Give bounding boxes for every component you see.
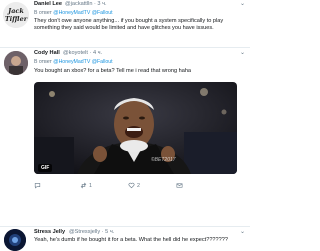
user-handle[interactable]: @koyotelt · 4 ч. [63,50,102,56]
reply-mentions-link[interactable]: @HoneyMadTV @Fallout [53,10,112,16]
gif-watermark: ©BET2017 [151,157,176,163]
user-handle[interactable]: @Stressjelly · 5 ч. [69,229,114,235]
tweet-actions: 1 2 [34,182,234,190]
logo-icon: Jack Tiffler [3,2,29,28]
timestamp: · 5 ч. [101,229,115,235]
svg-text:Jack: Jack [6,7,24,15]
avatar[interactable]: Jack Tiffler [3,2,29,28]
tweet-text: They don't owe anyone anything... if you… [34,18,224,32]
like-button[interactable]: 2 [128,182,140,189]
envelope-icon [176,183,183,188]
avatar[interactable] [4,229,26,251]
direct-message-button[interactable] [176,182,185,189]
display-name[interactable]: Stress Jelly [34,229,65,235]
gif-image [34,82,237,174]
reply-button[interactable] [34,182,43,189]
like-count: 2 [137,182,140,189]
reply-context: В ответ @HoneyMadTV @Fallout [34,10,113,16]
display-name[interactable]: Cody Hall [34,50,60,56]
avatar[interactable] [4,51,28,75]
gif-badge: GIF [38,164,53,172]
divider [0,226,250,227]
reply-context: В ответ @HoneyMadTV @Fallout [34,59,113,65]
chevron-down-icon[interactable]: ⌄ [240,49,245,56]
avatar-icon [4,229,26,251]
tweet-cody-hall[interactable]: Cody Hall @koyotelt · 4 ч. ⌄ В ответ @Ho… [0,49,250,224]
avatar-icon [4,51,28,75]
tweet-text: You bought an xbox? for a beta? Tell me … [34,68,192,74]
heart-icon [128,182,135,189]
reply-mentions-link[interactable]: @HoneyMadTV @Fallout [53,59,112,65]
retweet-button[interactable]: 1 [80,182,92,189]
tweet-stress-jelly[interactable]: Stress Jelly @Stressjelly · 5 ч. ⌄ Yeah,… [0,228,250,251]
svg-text:Tiffler: Tiffler [5,15,28,23]
retweet-icon [80,182,87,189]
display-name[interactable]: Daniel Lee [34,1,62,7]
chevron-down-icon[interactable]: ⌄ [240,228,245,235]
tweet-text: Yeah, he's dumb if he bought it for a be… [34,237,228,243]
chevron-down-icon[interactable]: ⌄ [240,0,245,7]
timestamp: · 3 ч. [94,1,107,7]
retweet-count: 1 [89,182,92,189]
tweet-daniel-lee[interactable]: Jack Tiffler Daniel Lee @jackattlln · 3 … [0,0,250,45]
timestamp: · 4 ч. [89,50,103,56]
gif-media[interactable]: ©BET2017 GIF [34,82,237,174]
reply-icon [34,183,41,189]
user-handle[interactable]: @jackattlln · 3 ч. [65,1,107,7]
divider [0,47,250,48]
